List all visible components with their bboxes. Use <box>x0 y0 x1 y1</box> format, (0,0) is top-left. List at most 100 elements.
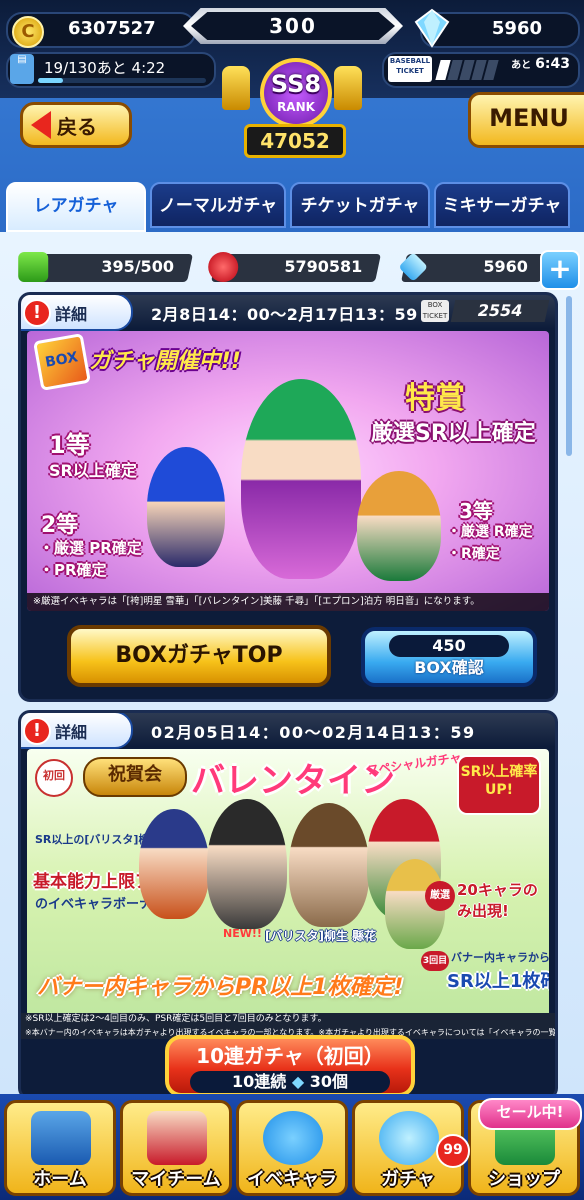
card-header: ! 詳細 2月8日14：00～2月17日13：59 BOX TICKET 255… <box>21 295 555 331</box>
stamina-item-value: 395/500 <box>101 257 175 276</box>
banner-title: ガチャ開催中!! <box>89 349 241 374</box>
prize-1-title: 1等 <box>49 431 90 459</box>
gacha-period: 02月05日14：00～02月14日13：59 <box>151 723 476 742</box>
first-time-badge: 初回 <box>35 759 73 797</box>
back-button[interactable]: 戻る <box>20 102 132 148</box>
coin-icon: C <box>12 16 44 48</box>
nav-my-team-label: マイチーム <box>131 1169 221 1190</box>
tab-normal-gacha[interactable]: ノーマルガチャ <box>150 182 286 228</box>
ten-pull-cost: 10連続 ◆ 30個 <box>190 1071 390 1093</box>
add-gems-button[interactable]: + <box>540 250 580 290</box>
gem-counter[interactable]: 5960 <box>414 8 580 48</box>
center-counter: 300 <box>183 8 403 44</box>
prize-2-desc-a: ・厳選 PR確定 <box>39 539 142 557</box>
ticket-timer: あと 6:43 <box>511 56 570 72</box>
card-header: ! 詳細 02月05日14：00～02月14日13：59 <box>21 713 555 749</box>
detail-button[interactable]: ! 詳細 <box>21 713 133 749</box>
nav-my-team[interactable]: マイチーム <box>120 1100 232 1196</box>
gacha-period: 2月8日14：00～2月17日13：59 <box>151 305 418 324</box>
rank-badge: SS8 RANK <box>260 58 332 128</box>
box-confirm-button[interactable]: 450 BOX確認 <box>361 627 537 687</box>
gem-resource-value: 5960 <box>483 257 529 276</box>
menu-button[interactable]: MENU <box>468 92 584 148</box>
tab-ticket-gacha[interactable]: チケットガチャ <box>290 182 430 228</box>
stamina-bar-fill <box>38 78 63 83</box>
team-players-icon <box>147 1111 207 1165</box>
box-gacha-banner[interactable]: BOX ガチャ開催中!! 1等 SR以上確定 2等 ・厳選 PR確定 ・PR確定… <box>27 331 549 611</box>
prize-3-desc-b: ・R確定 <box>447 546 500 562</box>
third-text-b: SR以上1枚確定! <box>447 971 549 992</box>
stamina-counter[interactable]: ▤ 19/130あと 4:22 <box>6 52 216 88</box>
ten-pull-cost-value: 30個 <box>309 1072 349 1091</box>
coin-value: 6307527 <box>68 18 156 39</box>
prize-special-title: 特賞 <box>405 381 465 416</box>
diamond-icon <box>414 8 450 48</box>
detail-button[interactable]: ! 詳細 <box>21 295 133 331</box>
character-black-hair <box>207 799 287 929</box>
nav-home-label: ホーム <box>33 1169 87 1190</box>
valentine-title: バレンタイン <box>191 761 395 801</box>
box-confirm-label: BOX確認 <box>414 658 484 677</box>
celebration-badge: 祝賀会 <box>83 757 187 797</box>
pr-guarantee-text: バナー内キャラからPR以上1枚確定! <box>37 975 404 1000</box>
exclamation-icon: ! <box>23 717 51 745</box>
valentine-gacha-card: ! 詳細 02月05日14：00～02月14日13：59 初回 祝賀会 バレンタ… <box>18 710 558 1100</box>
home-book-icon <box>31 1111 91 1165</box>
box-confirm-count: 450 <box>389 635 509 657</box>
baseball-ticket-icon: BASEBALL TICKET <box>388 56 432 82</box>
green-block-icon <box>18 252 49 282</box>
selected-text: 20キャラのみ出現! <box>457 881 538 920</box>
box-gacha-card: ! 詳細 2月8日14：00～2月17日13：59 BOX TICKET 255… <box>18 292 558 702</box>
third-time-badge: 3回目 <box>421 951 449 971</box>
ticket-counter[interactable]: BASEBALL TICKET あと 6:43 <box>382 52 580 88</box>
nav-shop-label: ショップ <box>488 1169 560 1190</box>
banner-note-a: ※SR以上確定は2～4回目のみ、PSR確定は5回目と7回目のみとなります。 <box>21 1013 555 1026</box>
character-hood <box>139 809 209 919</box>
notification-count-badge: 99 <box>436 1134 470 1168</box>
character-orange-hair <box>357 471 441 581</box>
detail-label: 詳細 <box>55 305 88 324</box>
box-ticket-count: 2554 <box>450 300 550 322</box>
valentine-gacha-banner[interactable]: 初回 祝賀会 バレンタイン スペシャルガチャ SR以上確率UP! SR以上の[バ… <box>27 749 549 1021</box>
box-logo-icon: BOX <box>33 333 91 391</box>
rank-score: 47052 <box>244 124 346 158</box>
sr-rate-up-badge: SR以上確率UP! <box>457 755 541 815</box>
ten-pull-label: 10連ガチャ（初回） <box>196 1044 384 1068</box>
nav-home[interactable]: ホーム <box>4 1100 116 1196</box>
new-label: NEW!! <box>223 927 262 940</box>
detail-label: 詳細 <box>55 723 88 742</box>
trophy-icon <box>222 66 250 110</box>
character-name: [バリスタ]柳生 縣花 <box>265 929 377 943</box>
trophy-icon <box>334 66 362 110</box>
ten-pull-gacha-button[interactable]: 10連ガチャ（初回） 10連続 ◆ 30個 <box>165 1035 415 1097</box>
prize-1-desc: SR以上確定 <box>49 461 137 480</box>
center-counter-value: 300 <box>191 12 395 40</box>
ticket-segments <box>435 60 499 80</box>
character-blue-hair <box>147 447 225 567</box>
rank-label: RANK <box>277 100 315 114</box>
character-barista <box>289 803 369 927</box>
scrollbar[interactable] <box>566 296 572 456</box>
nav-gacha-label: ガチャ <box>381 1169 435 1190</box>
tab-mixer-gacha[interactable]: ミキサーガチャ <box>434 182 570 228</box>
back-arrow-icon <box>31 111 51 139</box>
tab-rare-gacha[interactable]: レアガチャ <box>6 182 146 232</box>
prize-2-title: 2等 <box>41 513 79 538</box>
event-chara-icon <box>263 1111 323 1165</box>
character-green-hair <box>241 379 361 579</box>
diamond-icon <box>398 252 429 282</box>
third-text-a: バナー内キャラから <box>451 951 549 964</box>
rank-grade: SS8 <box>270 70 322 98</box>
stamina-card-icon: ▤ <box>10 54 34 84</box>
coin-counter[interactable]: C 6307527 <box>6 12 196 48</box>
nav-event-chara[interactable]: イベキャラ <box>236 1100 348 1196</box>
prize-3-desc-a: ・厳選 R確定 <box>447 524 533 540</box>
ten-pull-sub: 10連続 <box>231 1072 287 1091</box>
prize-special-desc: 厳選SR以上確定 <box>371 421 536 446</box>
rank-emblem[interactable]: SS8 RANK 47052 <box>212 48 372 158</box>
resource-row: 395/500 5790581 5960 <box>14 252 584 282</box>
banner-note: ※厳選イベキャラは「[袴]明星 雪華」「[バレンタイン]美藤 千尋」「[エプロン… <box>27 593 549 611</box>
box-gacha-top-button[interactable]: BOXガチャTOP <box>67 625 331 687</box>
red-medal-value: 5790581 <box>284 257 363 276</box>
nav-event-chara-label: イベキャラ <box>247 1169 337 1190</box>
